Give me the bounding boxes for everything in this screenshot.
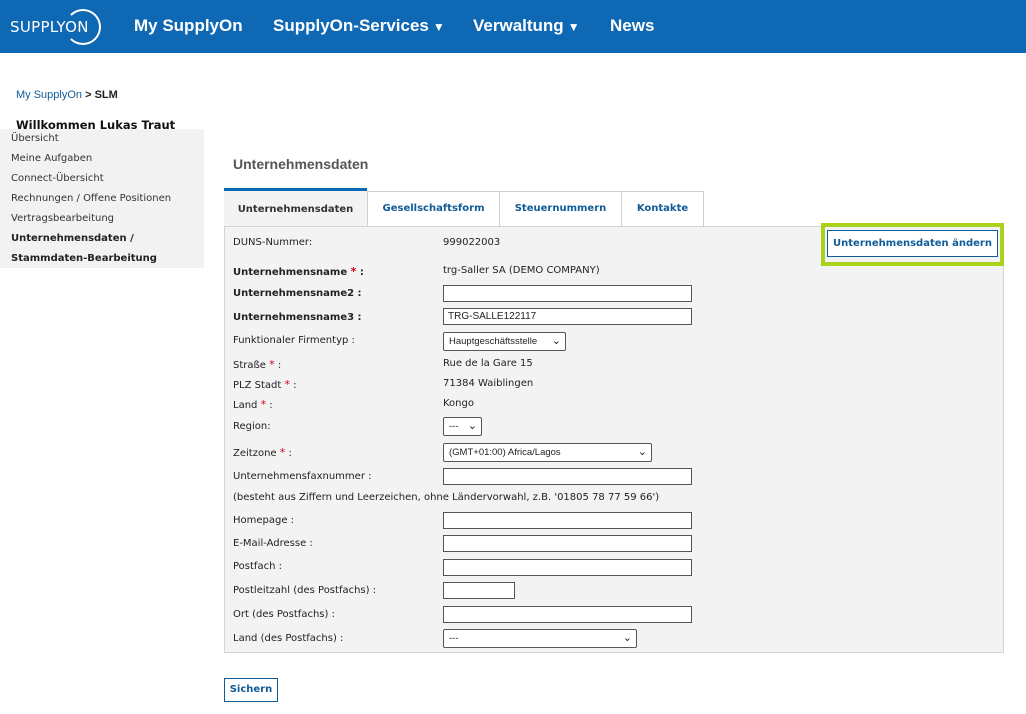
tab-unternehmensdaten[interactable]: Unternehmensdaten: [224, 188, 367, 226]
plz-stadt-value: 71384 Waiblingen: [443, 378, 534, 389]
strasse-label: Straße * :: [233, 358, 282, 371]
sidebar-item-unternehmensdaten[interactable]: Unternehmensdaten /: [11, 233, 134, 244]
tab-kontakte[interactable]: Kontakte: [621, 191, 704, 226]
duns-value: 999022003: [443, 237, 501, 248]
sidebar-item-stammdaten-bearbeitung[interactable]: Stammdaten-Bearbeitung: [11, 253, 157, 264]
chevron-down-icon: ⌄: [637, 446, 647, 458]
breadcrumb-current: SLM: [94, 89, 118, 101]
top-navigation-bar: SUPPLYON My SupplyOn SupplyOn-Services ▼ …: [0, 0, 1026, 53]
fax-hint: (besteht aus Ziffern und Leerzeichen, oh…: [233, 492, 660, 503]
plz-stadt-label: PLZ Stadt * :: [233, 378, 297, 391]
sidebar-item-vertragsbearbeitung[interactable]: Vertragsbearbeitung: [11, 213, 114, 224]
chevron-down-icon: ⌄: [622, 632, 632, 644]
postfach-land-select[interactable]: --- ⌄: [443, 629, 637, 648]
tab-gesellschaftsform[interactable]: Gesellschaftsform: [367, 191, 500, 226]
nav-supplyon-services[interactable]: SupplyOn-Services ▼: [273, 16, 445, 36]
postfach-input[interactable]: [443, 559, 692, 576]
chevron-down-icon: ⌄: [467, 420, 477, 432]
logo-ring-icon: [65, 9, 101, 45]
sidebar-item-meine-aufgaben[interactable]: Meine Aufgaben: [11, 153, 92, 164]
sidebar-item-rechnungen[interactable]: Rechnungen / Offene Positionen: [11, 193, 171, 204]
company-name3-label: Unternehmensname3 :: [233, 312, 362, 323]
zeitzone-label: Zeitzone * :: [233, 446, 292, 459]
homepage-input[interactable]: [443, 512, 692, 529]
region-label: Region:: [233, 421, 271, 432]
land-value: Kongo: [443, 398, 474, 409]
breadcrumb-separator: >: [85, 89, 92, 101]
nav-news[interactable]: News: [610, 16, 654, 36]
company-name2-input[interactable]: [443, 285, 692, 302]
company-name3-input[interactable]: TRG-SALLE122117: [443, 308, 692, 325]
email-label: E-Mail-Adresse :: [233, 538, 313, 549]
strasse-value: Rue de la Gare 15: [443, 358, 533, 369]
company-name-value: trg-Saller SA (DEMO COMPANY): [443, 265, 600, 276]
fax-label: Unternehmensfaxnummer :: [233, 471, 372, 482]
company-name-label: Unternehmensname * :: [233, 265, 364, 278]
homepage-label: Homepage :: [233, 515, 295, 526]
caret-down-icon: ▼: [432, 20, 445, 34]
land-label: Land * :: [233, 398, 273, 411]
fax-input[interactable]: [443, 468, 692, 485]
chevron-down-icon: ⌄: [551, 335, 561, 347]
region-select[interactable]: --- ⌄: [443, 417, 482, 436]
breadcrumb: My SupplyOn > SLM: [16, 89, 118, 101]
postfach-plz-label: Postleitzahl (des Postfachs) :: [233, 585, 377, 596]
postfach-ort-input[interactable]: [443, 606, 692, 623]
postfach-label: Postfach :: [233, 561, 282, 572]
sidebar-item-connect-uebersicht[interactable]: Connect-Übersicht: [11, 173, 104, 184]
duns-label: DUNS-Nummer:: [233, 237, 313, 248]
postfach-plz-input[interactable]: [443, 582, 515, 599]
email-input[interactable]: [443, 535, 692, 552]
nav-my-supplyon[interactable]: My SupplyOn: [134, 16, 243, 36]
caret-down-icon: ▼: [567, 20, 580, 34]
firmentyp-label: Funktionaler Firmentyp :: [233, 335, 355, 346]
change-company-data-button[interactable]: Unternehmensdaten ändern: [827, 230, 998, 257]
page-title: Unternehmensdaten: [233, 156, 369, 172]
postfach-ort-label: Ort (des Postfachs) :: [233, 609, 335, 620]
breadcrumb-home-link[interactable]: My SupplyOn: [16, 89, 82, 101]
supplyon-logo[interactable]: SUPPLYON: [10, 8, 106, 45]
tab-steuernummern[interactable]: Steuernummern: [499, 191, 622, 226]
company-name2-label: Unternehmensname2 :: [233, 288, 362, 299]
zeitzone-select[interactable]: (GMT+01:00) Africa/Lagos ⌄: [443, 443, 652, 462]
postfach-land-label: Land (des Postfachs) :: [233, 633, 344, 644]
required-marker: *: [350, 265, 357, 278]
firmentyp-select[interactable]: Hauptgeschäftsstelle ⌄: [443, 332, 566, 351]
sidebar-item-uebersicht[interactable]: Übersicht: [11, 133, 59, 144]
nav-verwaltung[interactable]: Verwaltung ▼: [473, 16, 580, 36]
save-button[interactable]: Sichern: [224, 678, 278, 702]
